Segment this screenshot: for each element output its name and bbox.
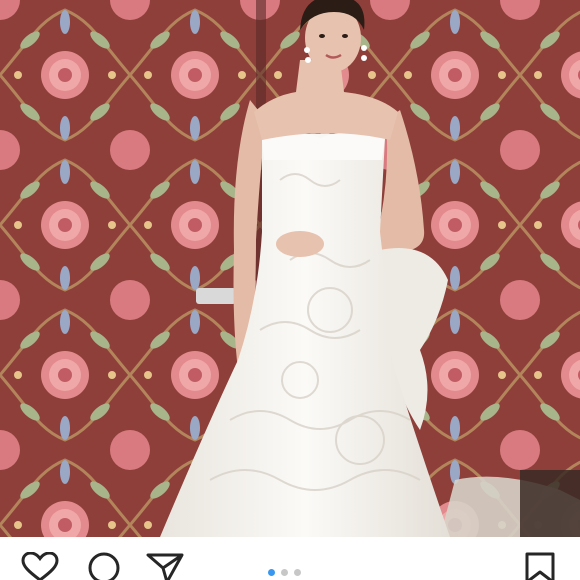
- carousel-dot-2[interactable]: [281, 569, 288, 576]
- wedding-dress-photo: [0, 0, 580, 537]
- carousel-dot-3[interactable]: [294, 569, 301, 576]
- bookmark-icon[interactable]: [520, 552, 560, 580]
- carousel-dot-1[interactable]: [268, 569, 275, 576]
- instagram-post: [0, 0, 580, 580]
- carousel-indicator: [268, 569, 301, 577]
- share-icon[interactable]: [145, 552, 185, 580]
- heart-icon[interactable]: [20, 551, 60, 580]
- post-photo[interactable]: [0, 0, 580, 537]
- comment-icon[interactable]: [84, 552, 124, 580]
